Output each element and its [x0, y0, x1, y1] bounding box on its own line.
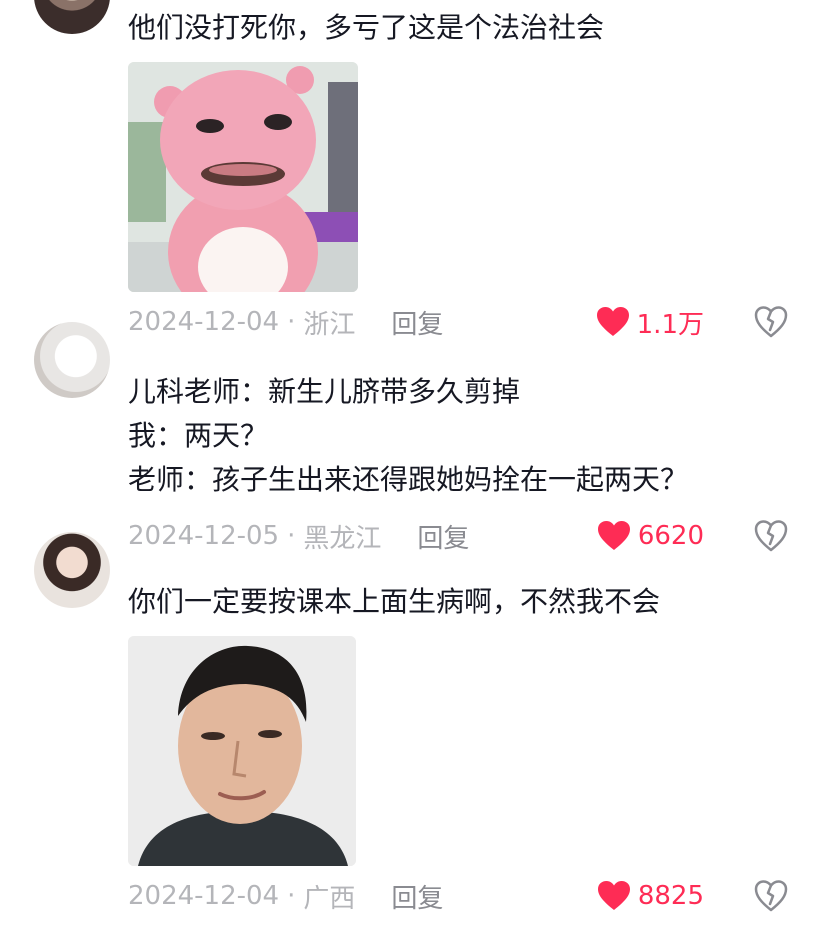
dislike-button[interactable] — [754, 302, 788, 342]
comment-date: 2024-12-04 — [128, 307, 280, 337]
reply-button[interactable]: 回复 — [417, 518, 469, 555]
comment-location: 黑龙江 — [303, 523, 382, 554]
like-button[interactable]: 6620 — [597, 516, 704, 556]
reply-button[interactable]: 回复 — [391, 304, 443, 341]
comment-text: 你们一定要按课本上面生病啊，不然我不会 — [128, 585, 661, 618]
dislike-button[interactable] — [754, 876, 788, 916]
comment-location: 广西 — [303, 883, 356, 914]
comment-date: 2024-12-04 — [128, 881, 280, 911]
broken-heart-icon — [754, 880, 788, 912]
comment-image-meme[interactable] — [128, 62, 358, 292]
dislike-button[interactable] — [754, 516, 788, 556]
comment-location: 浙江 — [303, 309, 356, 340]
comment-image-photo[interactable] — [128, 636, 356, 866]
comment-date: 2024-12-05 — [128, 521, 280, 551]
avatar[interactable] — [34, 532, 110, 608]
reply-button[interactable]: 回复 — [391, 878, 443, 915]
like-count: 1.1万 — [636, 309, 704, 340]
meta-separator: · — [287, 307, 296, 337]
heart-icon — [597, 881, 630, 910]
meta-separator: · — [287, 881, 296, 911]
comment-text: 儿科老师：新生儿脐带多久剪掉 我：两天？ 老师：孩子生出来还得跟她妈拴在一起两天… — [128, 375, 689, 496]
like-button[interactable]: 8825 — [597, 876, 704, 916]
avatar[interactable] — [34, 0, 110, 34]
heart-icon — [596, 307, 629, 336]
like-count: 8825 — [637, 881, 704, 911]
avatar[interactable] — [34, 322, 110, 398]
comment-text: 他们没打死你，多亏了这是个法治社会 — [128, 11, 605, 44]
man-portrait-image — [128, 636, 356, 866]
like-count: 6620 — [637, 521, 704, 551]
pink-bear-meme-image — [128, 62, 358, 292]
broken-heart-icon — [754, 520, 788, 552]
broken-heart-icon — [754, 306, 788, 338]
like-button[interactable]: 1.1万 — [596, 302, 704, 342]
meta-separator: · — [287, 521, 296, 551]
heart-icon — [597, 521, 630, 550]
